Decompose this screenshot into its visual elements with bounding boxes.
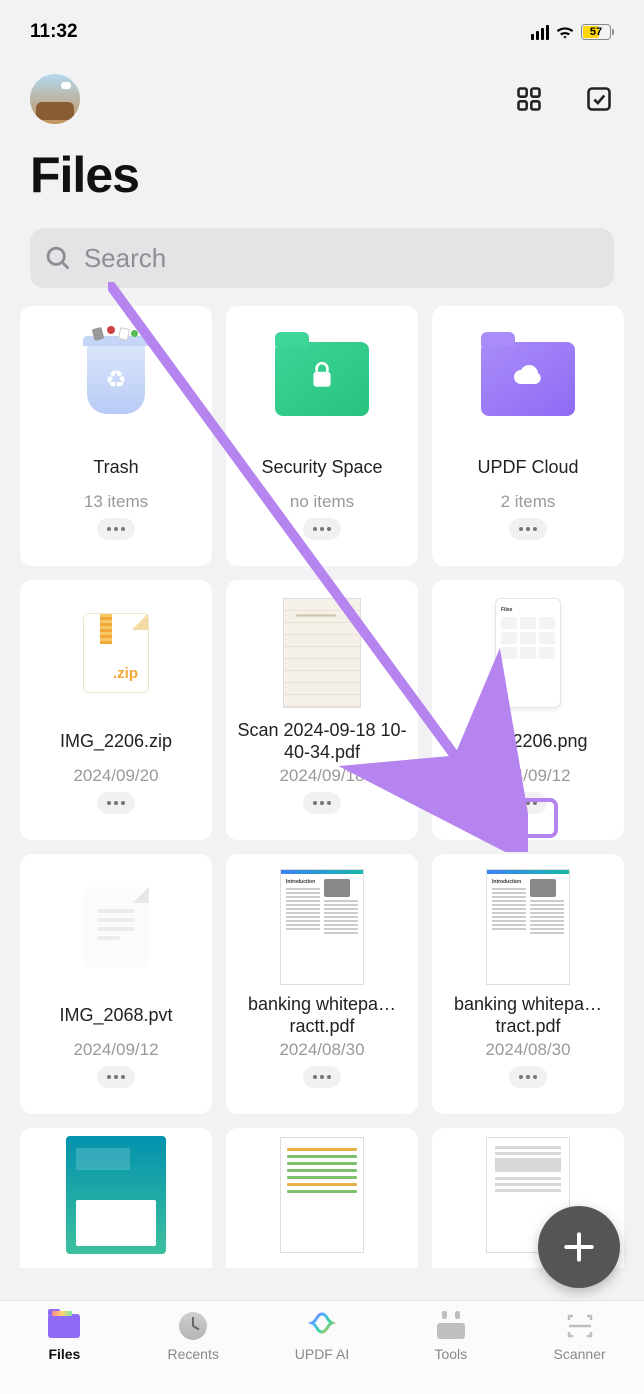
add-button[interactable] [538, 1206, 620, 1288]
file-meta: 2024/09/20 [73, 766, 158, 786]
file-name: banking whitepa…tract.pdf [438, 992, 618, 1038]
more-button[interactable] [97, 1066, 135, 1088]
file-name: IMG_2206.zip [56, 718, 176, 764]
file-partial-2[interactable] [226, 1128, 418, 1268]
tools-icon [434, 1311, 468, 1341]
battery-icon: 57 [581, 24, 614, 40]
folder-icon [47, 1311, 81, 1341]
file-meta: 2024/09/18 [279, 766, 364, 786]
nav-label: Tools [434, 1346, 467, 1362]
nav-label: Scanner [554, 1346, 606, 1362]
zip-icon: .zip [26, 594, 206, 712]
file-name: banking whitepa…ractt.pdf [232, 992, 412, 1038]
cloud-icon [511, 362, 545, 396]
folder-icon [438, 320, 618, 438]
bottom-nav: Files Recents UPDF AI Tools Scanner [0, 1300, 644, 1394]
more-button[interactable] [303, 518, 341, 540]
file-meta: no items [290, 492, 354, 512]
file-meta: 2024/08/30 [485, 1040, 570, 1060]
folder-icon [232, 320, 412, 438]
file-icon [26, 868, 206, 986]
scanner-icon [563, 1311, 597, 1341]
signal-icon [531, 25, 549, 40]
folder-trash[interactable]: ♻ Trash 13 items [20, 306, 212, 566]
nav-scanner[interactable]: Scanner [540, 1311, 620, 1362]
ai-icon [305, 1311, 339, 1341]
lock-icon [309, 360, 335, 398]
file-meta: 2024/08/30 [279, 1040, 364, 1060]
file-scan-pdf[interactable]: Scan 2024-09-18 10-40-34.pdf 2024/09/18 [226, 580, 418, 840]
search-icon [44, 243, 72, 273]
pdf-thumbnail: Introduction [438, 868, 618, 986]
more-button[interactable] [303, 792, 341, 814]
nav-label: Recents [168, 1346, 219, 1362]
status-bar: 11:32 57 [0, 0, 644, 56]
status-time: 11:32 [30, 21, 78, 43]
file-img-2206-png[interactable]: IMG_2206.png 2024/09/12 [432, 580, 624, 840]
nav-tools[interactable]: Tools [411, 1311, 491, 1362]
file-img-2068-pvt[interactable]: IMG_2068.pvt 2024/09/12 [20, 854, 212, 1114]
file-grid: ♻ Trash 13 items Security Space no items… [0, 306, 644, 1268]
plus-icon [560, 1228, 598, 1266]
image-thumbnail [438, 594, 618, 712]
folder-security-space[interactable]: Security Space no items [226, 306, 418, 566]
file-partial-1[interactable] [20, 1128, 212, 1268]
status-indicators: 57 [531, 24, 614, 40]
file-name: IMG_2206.png [464, 718, 591, 764]
nav-recents[interactable]: Recents [153, 1311, 233, 1362]
profile-avatar[interactable] [30, 74, 80, 124]
page-title: Files [30, 146, 614, 204]
file-img-2206-zip[interactable]: .zip IMG_2206.zip 2024/09/20 [20, 580, 212, 840]
file-name: Trash [89, 444, 142, 490]
pdf-thumbnail [26, 1136, 206, 1254]
file-name: IMG_2068.pvt [55, 992, 176, 1038]
trash-icon: ♻ [26, 320, 206, 438]
file-name: Security Space [257, 444, 386, 490]
nav-label: Files [48, 1346, 80, 1362]
more-button[interactable] [509, 518, 547, 540]
nav-ai[interactable]: UPDF AI [282, 1311, 362, 1362]
pdf-thumbnail [232, 1136, 412, 1254]
nav-files[interactable]: Files [24, 1311, 104, 1362]
more-button[interactable] [509, 792, 547, 814]
folder-updf-cloud[interactable]: UPDF Cloud 2 items [432, 306, 624, 566]
select-mode-button[interactable] [584, 84, 614, 114]
more-button[interactable] [97, 518, 135, 540]
file-meta: 2024/09/12 [485, 766, 570, 786]
more-button[interactable] [97, 792, 135, 814]
layout-toggle-button[interactable] [514, 84, 544, 114]
file-name: UPDF Cloud [473, 444, 582, 490]
file-meta: 2024/09/12 [73, 1040, 158, 1060]
wifi-icon [555, 24, 575, 40]
clock-icon [176, 1311, 210, 1341]
nav-label: UPDF AI [295, 1346, 349, 1362]
header: Files [0, 56, 644, 212]
search-bar[interactable] [30, 228, 614, 288]
file-name: Scan 2024-09-18 10-40-34.pdf [232, 718, 412, 764]
search-input[interactable] [84, 243, 600, 274]
file-banking-whitepaper-1[interactable]: Introduction banking whitepa…ractt.pdf 2… [226, 854, 418, 1114]
more-button[interactable] [509, 1066, 547, 1088]
pdf-thumbnail: Introduction [232, 868, 412, 986]
pdf-thumbnail [232, 594, 412, 712]
file-banking-whitepaper-2[interactable]: Introduction banking whitepa…tract.pdf 2… [432, 854, 624, 1114]
file-meta: 13 items [84, 492, 148, 512]
more-button[interactable] [303, 1066, 341, 1088]
file-meta: 2 items [501, 492, 556, 512]
